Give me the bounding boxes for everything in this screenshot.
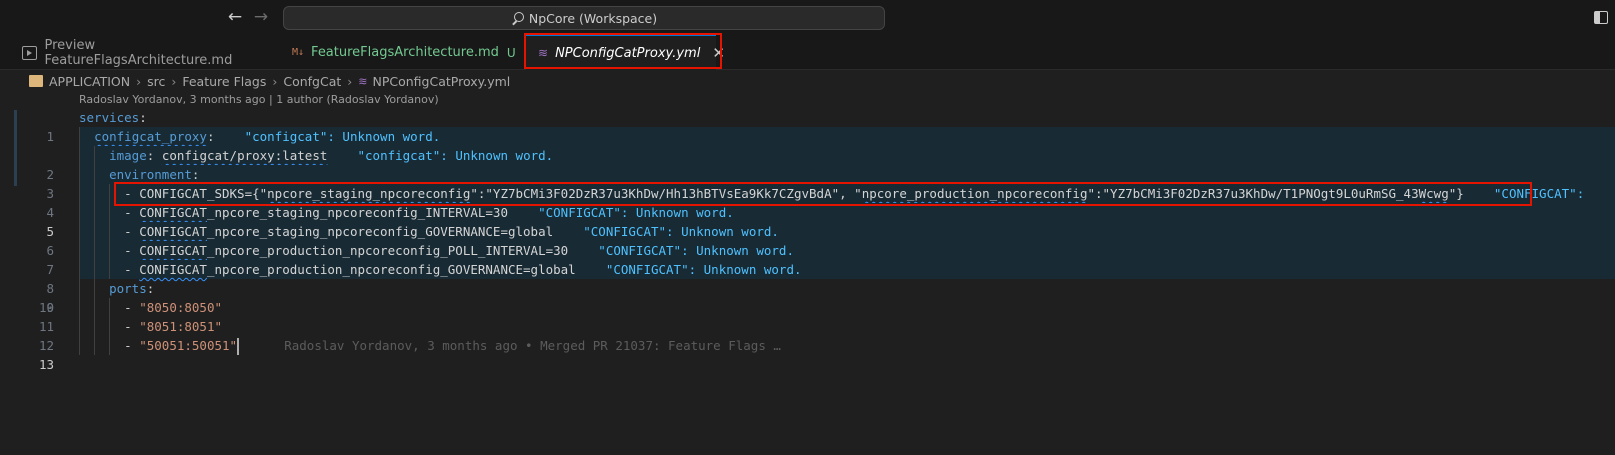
- folder-icon: [29, 75, 43, 87]
- breadcrumb-item[interactable]: src: [147, 74, 165, 89]
- code-line: 13 - "50051:50051" Radoslav Yordanov, 3 …: [0, 336, 1615, 372]
- diagnostic-text: "configcat": Unknown word.: [357, 148, 554, 163]
- breadcrumb-item[interactable]: APPLICATION: [49, 74, 130, 89]
- search-text: NpCore (Workspace): [528, 10, 658, 26]
- arrow-right-icon[interactable]: →: [252, 8, 270, 26]
- chevron-right-icon: ›: [136, 73, 142, 89]
- code-line: 3 image: configcat/proxy:latest "configc…: [0, 146, 1615, 201]
- code-editor[interactable]: 1 services: 2 configcat_proxy: "configca…: [0, 108, 1615, 455]
- chevron-right-icon: ›: [272, 73, 278, 89]
- tab-preview-feature-flags[interactable]: Preview FeatureFlagsArchitecture.md: [10, 35, 278, 70]
- chevron-right-icon: ›: [171, 73, 177, 89]
- diagnostic-text: "CONFIGCAT": Unknown word.: [605, 262, 802, 277]
- code-line: 11 - "8050:8050": [0, 298, 1615, 334]
- chevron-right-icon: ›: [347, 73, 353, 89]
- code-line: 8 - CONFIGCAT_npcore_production_npcoreco…: [0, 241, 1615, 296]
- code-line: 10 ports:: [0, 279, 1615, 315]
- breadcrumb-item[interactable]: ConfgCat: [283, 74, 341, 89]
- preview-icon: [22, 45, 38, 60]
- tab-label: FeatureFlagsArchitecture.md: [311, 45, 499, 60]
- codelens-blame-header[interactable]: Radoslav Yordanov, 3 months ago | 1 auth…: [79, 93, 439, 106]
- title-bar: ← → NpCore (Workspace): [0, 0, 1615, 35]
- arrow-left-icon[interactable]: ←: [226, 8, 244, 26]
- editor-tab-bar: Preview FeatureFlagsArchitecture.md M↓ F…: [0, 35, 1615, 70]
- diagnostic-text: "CONFIGCAT": Unknown word.: [538, 205, 734, 220]
- search-icon: [511, 11, 524, 25]
- toggle-sidebar-icon[interactable]: [1594, 11, 1608, 24]
- breadcrumb-item[interactable]: NPConfigCatProxy.yml: [373, 74, 511, 89]
- yaml-icon: ≋: [358, 74, 368, 88]
- code-line: 1 services:: [0, 108, 1615, 144]
- markdown-icon: M↓: [292, 46, 305, 58]
- highlight-box-sdks-line: [114, 182, 1532, 206]
- code-line: 12 - "8051:8051": [0, 317, 1615, 353]
- breadcrumb: APPLICATION › src › Feature Flags › Conf…: [0, 70, 1615, 92]
- tab-label: Preview FeatureFlagsArchitecture.md: [44, 37, 233, 68]
- code-line: 2 configcat_proxy: "configcat": Unknown …: [0, 127, 1615, 182]
- line-number: 13: [38, 357, 54, 372]
- command-center-search[interactable]: NpCore (Workspace): [283, 6, 885, 30]
- tab-feature-flags-md[interactable]: M↓ FeatureFlagsArchitecture.md U: [280, 35, 523, 70]
- diagnostic-text: "configcat": Unknown word.: [244, 129, 441, 144]
- diagnostic-text: "CONFIGCAT": Unknown word.: [583, 224, 779, 239]
- code-line: 9 - CONFIGCAT_npcore_production_npcoreco…: [0, 260, 1615, 315]
- inline-blame: Radoslav Yordanov, 3 months ago • Merged…: [284, 338, 781, 353]
- untracked-badge: U: [506, 45, 516, 60]
- code-line: 7 - CONFIGCAT_npcore_staging_npcoreconfi…: [0, 222, 1615, 277]
- diagnostic-text: "CONFIGCAT": Unknown word.: [598, 243, 794, 258]
- highlight-box-tab: [524, 33, 722, 69]
- breadcrumb-item[interactable]: Feature Flags: [182, 74, 266, 89]
